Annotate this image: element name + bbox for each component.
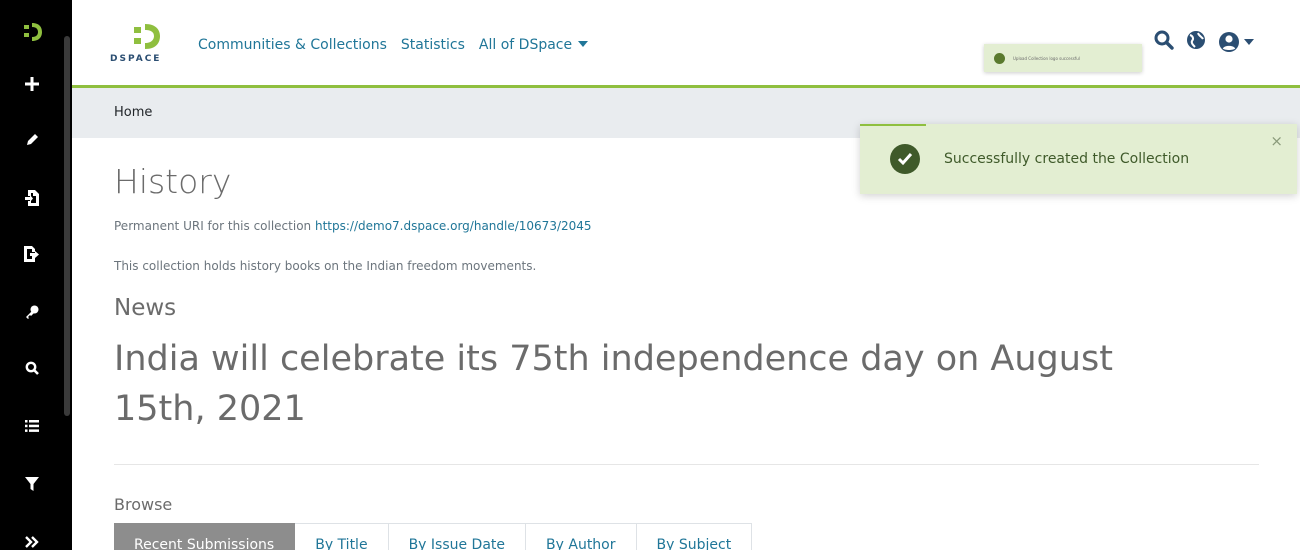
- permanent-uri-link[interactable]: https://demo7.dspace.org/handle/10673/20…: [315, 219, 592, 233]
- permanent-uri: Permanent URI for this collection https:…: [114, 219, 592, 233]
- tab-by-issue-date[interactable]: By Issue Date: [388, 523, 527, 550]
- section-divider: [114, 464, 1259, 465]
- tab-by-subject[interactable]: By Subject: [636, 523, 753, 550]
- tab-by-title[interactable]: By Title: [295, 523, 389, 550]
- success-notification: Successfully created the Collection ×: [860, 124, 1297, 194]
- notification-progress-bar: [860, 124, 926, 126]
- close-icon[interactable]: ×: [1270, 132, 1283, 150]
- news-body: India will celebrate its 75th independen…: [114, 339, 1113, 429]
- dspace-logo[interactable]: DSPACE: [110, 22, 170, 70]
- main-nav: Communities & Collections Statistics All…: [198, 37, 589, 53]
- import-icon[interactable]: [0, 178, 64, 218]
- browse-tabs: Recent Submissions By Title By Issue Dat…: [114, 523, 753, 550]
- permanent-uri-label: Permanent URI for this collection: [114, 219, 312, 233]
- chevron-down-icon: [578, 41, 589, 47]
- news-heading: News: [114, 295, 177, 321]
- notification-message: Successfully created the Collection: [944, 151, 1190, 167]
- globe-icon[interactable]: [1186, 30, 1206, 54]
- chevron-down-icon: [1244, 39, 1254, 45]
- nav-statistics[interactable]: Statistics: [401, 37, 465, 53]
- check-circle-icon: [890, 144, 920, 174]
- key-icon[interactable]: [0, 292, 64, 332]
- tab-recent-submissions[interactable]: Recent Submissions: [114, 523, 296, 550]
- search-icon[interactable]: [0, 348, 64, 388]
- plus-icon[interactable]: [0, 64, 64, 104]
- tab-by-author[interactable]: By Author: [526, 523, 637, 550]
- mini-notification: Upload Collection logo successful: [984, 44, 1142, 72]
- nav-all-of-dspace-label: All of DSpace: [478, 37, 573, 53]
- admin-sidebar: [0, 0, 72, 550]
- list-icon[interactable]: [0, 406, 64, 446]
- expand-icon[interactable]: [0, 522, 64, 550]
- nav-all-of-dspace[interactable]: All of DSpace: [478, 37, 589, 53]
- check-circle-icon: [994, 52, 1005, 64]
- pencil-icon[interactable]: [0, 120, 64, 160]
- search-icon[interactable]: [1154, 30, 1174, 54]
- user-icon: [1219, 32, 1239, 52]
- collection-description: This collection holds history books on t…: [114, 259, 537, 273]
- nav-communities-collections[interactable]: Communities & Collections: [198, 37, 387, 53]
- export-icon[interactable]: [0, 234, 64, 274]
- page-title: History: [114, 162, 232, 201]
- logo-text: DSPACE: [110, 54, 162, 64]
- sidebar-scrollbar[interactable]: [64, 36, 70, 416]
- browse-heading: Browse: [114, 495, 173, 514]
- filter-icon[interactable]: [0, 464, 64, 504]
- site-header: DSPACE Communities & Collections Statist…: [72, 0, 1300, 86]
- user-menu[interactable]: [1218, 31, 1254, 53]
- dspace-logo-icon[interactable]: [0, 12, 64, 52]
- breadcrumb-home[interactable]: Home: [114, 105, 152, 120]
- header-icons: [1154, 30, 1254, 54]
- mini-notification-text: Upload Collection logo successful: [1013, 55, 1080, 61]
